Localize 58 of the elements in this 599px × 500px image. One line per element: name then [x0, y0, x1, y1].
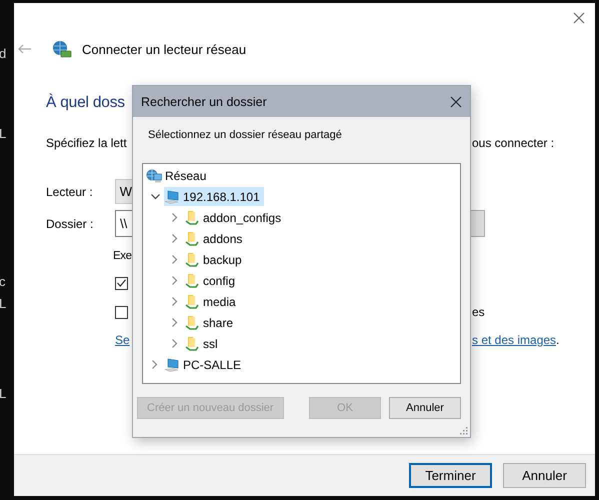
- background-text: L: [0, 387, 6, 401]
- tree-item[interactable]: share: [184, 313, 238, 332]
- tree-item[interactable]: PC-SALLE: [164, 355, 246, 374]
- chevron-right-icon[interactable]: [172, 255, 178, 264]
- computer-icon: [164, 188, 180, 204]
- chevron-right-icon[interactable]: [152, 360, 158, 369]
- dialog-button[interactable]: Terminer: [409, 463, 492, 488]
- tree-item[interactable]: Réseau: [146, 166, 210, 185]
- shared-folder-icon: [184, 294, 200, 310]
- tree-item[interactable]: 192.168.1.101: [164, 187, 264, 206]
- field-label: Lecteur :: [46, 184, 94, 198]
- back-arrow-icon[interactable]: [18, 44, 32, 54]
- network-icon: [146, 168, 162, 184]
- instruction-text: ous connecter :: [472, 136, 554, 150]
- background-text: L: [0, 297, 6, 311]
- chevron-right-icon[interactable]: [172, 318, 178, 327]
- shared-folder-icon: [184, 314, 200, 330]
- page-heading: À quel doss: [46, 94, 125, 112]
- instruction-text: Spécifiez la lett: [46, 136, 127, 150]
- shared-folder-icon: [184, 210, 200, 226]
- window-title: Connecter un lecteur réseau: [82, 42, 246, 56]
- chevron-right-icon[interactable]: [172, 297, 178, 306]
- period-text: .: [556, 333, 560, 347]
- field-label: Dossier :: [46, 216, 94, 230]
- help-link[interactable]: Se: [115, 333, 130, 347]
- dialog-prompt: Sélectionnez un dossier réseau partagé: [148, 129, 343, 141]
- shared-folder-icon: [184, 336, 200, 352]
- chevron-right-icon[interactable]: [172, 276, 178, 285]
- background-text: L: [0, 127, 6, 141]
- close-icon[interactable]: [573, 12, 585, 24]
- close-icon[interactable]: [450, 96, 462, 108]
- chevron-right-icon[interactable]: [172, 213, 178, 222]
- checkbox[interactable]: [115, 306, 128, 318]
- checkbox[interactable]: [115, 276, 128, 290]
- shared-folder-icon: [184, 252, 200, 268]
- checkbox-label: es: [472, 305, 485, 319]
- chevron-right-icon[interactable]: [172, 339, 178, 348]
- help-link[interactable]: s et des images: [472, 333, 556, 347]
- dialog-button[interactable]: Annuler: [503, 463, 586, 488]
- tree-item[interactable]: backup: [184, 250, 246, 269]
- browse-button[interactable]: [471, 210, 485, 237]
- tree-item[interactable]: addon_configs: [184, 208, 286, 227]
- folder-input[interactable]: \\: [115, 210, 132, 237]
- shared-folder-icon: [184, 272, 200, 288]
- dialog-button[interactable]: Annuler: [389, 397, 461, 419]
- chevron-right-icon[interactable]: [172, 234, 178, 243]
- options-label: Exe: [113, 250, 132, 262]
- resize-grip-icon[interactable]: [458, 425, 468, 435]
- network-drive-icon: [52, 40, 72, 58]
- tree-item[interactable]: ssl: [184, 334, 222, 353]
- computer-icon: [164, 356, 180, 372]
- drive-dropdown[interactable]: W: [114, 179, 132, 204]
- shared-folder-icon: [184, 230, 200, 246]
- dialog-title: Rechercher un dossier: [141, 94, 267, 108]
- chevron-down-icon[interactable]: [150, 194, 160, 200]
- tree-item[interactable]: addons: [184, 229, 246, 248]
- tree-item[interactable]: config: [184, 271, 240, 290]
- tree-item[interactable]: media: [184, 292, 240, 311]
